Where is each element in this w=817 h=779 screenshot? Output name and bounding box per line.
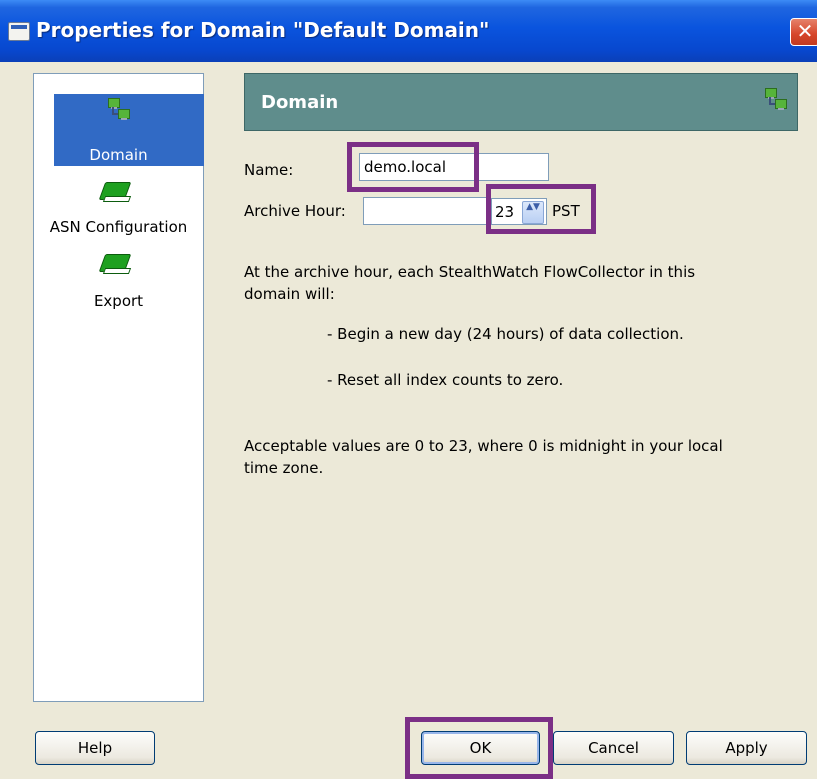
timezone-label: PST	[552, 202, 580, 220]
sidebar-item-label: Export	[93, 292, 144, 310]
cancel-button[interactable]: Cancel	[553, 731, 674, 765]
archive-hour-value: 23	[495, 203, 515, 221]
window-icon	[8, 22, 30, 41]
window-title: Properties for Domain "Default Domain"	[36, 18, 490, 42]
network-icon	[108, 98, 130, 120]
description-bullet: - Reset all index counts to zero.	[327, 371, 564, 389]
name-label: Name:	[244, 161, 294, 179]
title-bar: Properties for Domain "Default Domain" ✕	[0, 0, 817, 62]
acceptable-values-note: Acceptable values are 0 to 23, where 0 i…	[244, 437, 723, 477]
sidebar-item-asn-configuration[interactable]: ASN Configuration	[34, 174, 203, 246]
archive-description: At the archive hour, each StealthWatch F…	[244, 263, 696, 303]
apply-button[interactable]: Apply	[686, 731, 807, 765]
archive-hour-spinner[interactable]: 23 ▲▼	[491, 198, 547, 225]
spinner-arrows-icon[interactable]: ▲▼	[522, 201, 544, 224]
sidebar-item-label: ASN Configuration	[49, 218, 188, 236]
archive-hour-field[interactable]	[363, 197, 491, 225]
panel-title: Domain	[261, 92, 339, 113]
name-field[interactable]	[359, 153, 549, 181]
panel-header: Domain	[244, 73, 798, 131]
help-button[interactable]: Help	[35, 731, 155, 765]
sidebar: Domain ASN Configuration Export	[33, 73, 204, 702]
archive-hour-label: Archive Hour:	[244, 202, 346, 220]
close-button[interactable]: ✕	[790, 18, 817, 46]
description-bullet: - Begin a new day (24 hours) of data col…	[327, 325, 684, 343]
sidebar-item-domain[interactable]: Domain	[34, 74, 204, 174]
ok-button[interactable]: OK	[421, 731, 540, 765]
book-icon	[98, 252, 132, 276]
network-icon	[765, 88, 787, 110]
book-icon	[98, 180, 132, 204]
sidebar-item-label: Domain	[89, 146, 148, 164]
close-icon: ✕	[796, 19, 814, 43]
sidebar-item-export[interactable]: Export	[34, 246, 203, 318]
